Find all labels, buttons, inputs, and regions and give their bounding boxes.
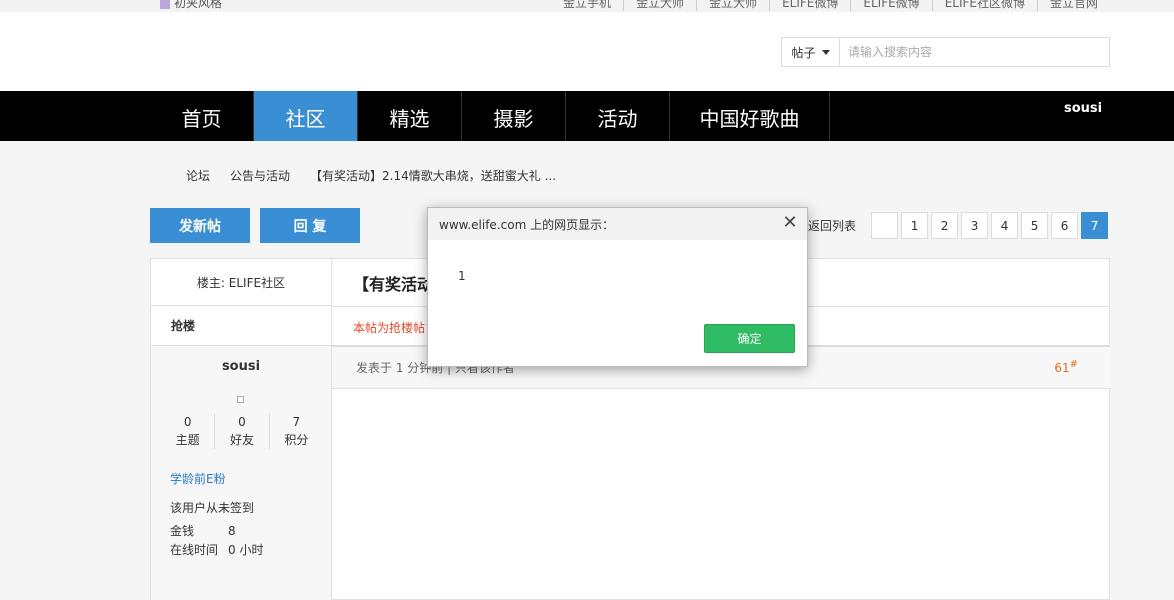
alert-dialog: www.elife.com 上的网页显示： ✕ 1 确定 [427,207,808,367]
signin-status: 该用户从未签到 [170,501,255,515]
ok-button[interactable]: 确定 [704,324,795,353]
reply-button[interactable]: 回 复 [260,208,360,243]
money-label: 金钱 [170,524,195,538]
page-link[interactable]: 1 [901,212,929,239]
qianglou-note: 本帖为抢楼帖 [353,321,426,335]
nav-username[interactable]: sousi [1064,101,1102,116]
caret-down-icon [821,49,830,55]
dialog-header: www.elife.com 上的网页显示： ✕ [428,208,807,240]
avatar[interactable] [237,396,244,403]
thread-title: 【有奖活动 [353,275,434,294]
page-link[interactable]: 6 [1051,212,1079,239]
stat-label: 积分 [284,433,309,447]
stat-value: 7 [292,415,301,429]
nav-item-good-songs[interactable]: 中国好歌曲 [670,91,830,141]
page-link[interactable]: 2 [931,212,959,239]
back-to-list-link[interactable]: 返回列表 [808,217,856,234]
dialog-title: www.elife.com 上的网页显示： [439,217,615,232]
main-nav: 首页 社区 精选 摄影 活动 中国好歌曲 sousi [0,91,1174,141]
top-link[interactable]: 金立官网 [1036,0,1110,11]
nav-item-events[interactable]: 活动 [566,91,670,141]
new-post-button[interactable]: 发新帖 [150,208,250,243]
online-label: 在线时间 [170,543,219,557]
page-link[interactable]: 3 [961,212,989,239]
stat-label: 好友 [229,433,254,447]
top-link[interactable]: 金立大师 [696,0,769,11]
author-name[interactable]: sousi [151,359,331,374]
top-links: 金立手机 金立大师 金立大师 ELIFE微博 ELIFE微博 ELIFE社区微博… [551,0,1110,11]
author-stats: 0 主题 0 好友 7 积分 [161,413,323,449]
top-link[interactable]: ELIFE微博 [850,0,931,11]
nav-item-photography[interactable]: 摄影 [462,91,566,141]
search-type-label: 帖子 [791,45,816,60]
style-icon [160,0,170,9]
breadcrumb-section[interactable]: 公告与活动 [230,167,290,184]
stat-topics[interactable]: 0 主题 [161,413,214,449]
top-link[interactable]: ELIFE社区微博 [931,0,1037,11]
online-value: 0 小时 [228,543,264,557]
nav-item-home[interactable]: 首页 [150,91,254,141]
page-link[interactable]: 4 [991,212,1019,239]
nav-item-community[interactable]: 社区 [254,91,358,141]
page-current[interactable]: 7 [1081,212,1109,239]
pager: 返回列表 1 2 3 4 5 6 7 [808,212,1109,239]
top-link[interactable]: 金立手机 [551,0,623,11]
user-rank-badge[interactable]: 学龄前E粉 [170,470,226,487]
stat-value: 0 [183,415,192,429]
qianglou-label: 抢楼 [151,306,331,346]
page-link[interactable]: 5 [1021,212,1049,239]
top-link[interactable]: ELIFE微博 [769,0,850,11]
search-box: 帖子 [781,37,1110,67]
stat-friends[interactable]: 0 好友 [214,413,268,449]
header: 帖子 [0,12,1174,91]
page-prev[interactable] [871,212,899,239]
user-info: 金钱 8 在线时间 0 小时 [170,522,263,560]
breadcrumb: 论坛 公告与活动 【有奖活动】2.14情歌大串烧，送甜蜜大礼 ... [186,167,576,184]
search-input[interactable] [840,38,1109,66]
money-value: 8 [228,524,236,538]
thread-owner: 楼主: ELIFE社区 [151,259,331,306]
style-switcher[interactable]: 初夹风格 [160,0,222,11]
breadcrumb-thread[interactable]: 【有奖活动】2.14情歌大串烧，送甜蜜大礼 ... [310,167,556,184]
breadcrumb-forum[interactable]: 论坛 [186,167,210,184]
top-strip: 初夹风格 金立手机 金立大师 金立大师 ELIFE微博 ELIFE微博 ELIF… [0,0,1174,12]
stat-points[interactable]: 7 积分 [268,413,323,449]
close-icon[interactable]: ✕ [782,214,798,232]
stat-label: 主题 [175,433,200,447]
floor-value: 61 [1054,361,1070,375]
style-label: 初夹风格 [174,0,223,10]
search-type-select[interactable]: 帖子 [782,38,840,66]
stat-value: 0 [238,415,246,429]
dialog-message: 1 [458,269,466,283]
top-link[interactable]: 金立大师 [623,0,696,11]
floor-number[interactable]: 61# [1054,359,1078,375]
nav-item-featured[interactable]: 精选 [358,91,462,141]
floor-mark: # [1069,359,1078,370]
